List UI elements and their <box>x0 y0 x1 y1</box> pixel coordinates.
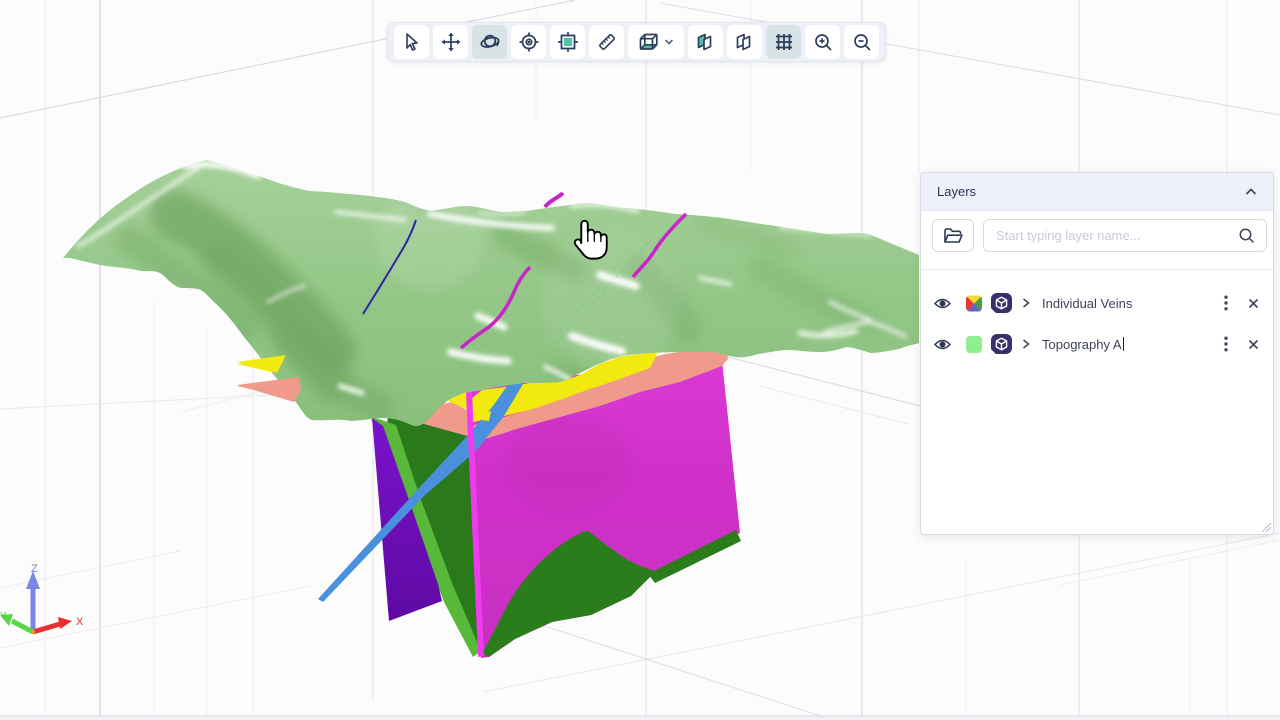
svg-text:X: X <box>76 616 84 628</box>
svg-text:Z: Z <box>31 563 38 575</box>
svg-text:Y: Y <box>0 611 7 622</box>
